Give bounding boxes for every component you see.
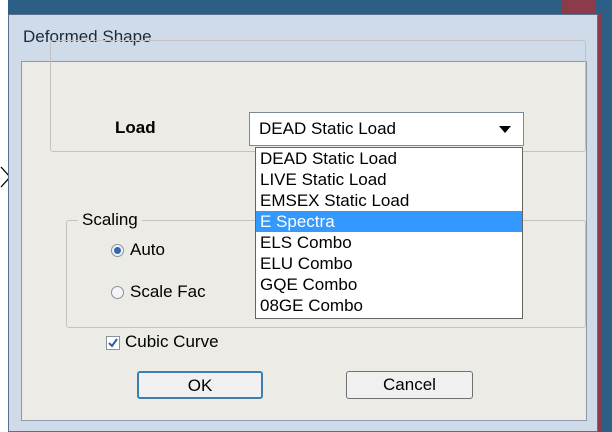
background-window [8, 0, 612, 14]
background-window-accent-edge [598, 14, 602, 432]
desktop-background [0, 0, 8, 432]
dropdown-option[interactable]: ELS Combo [256, 232, 522, 253]
checkmark-icon [108, 338, 118, 348]
load-combobox[interactable]: DEAD Static Load [249, 112, 524, 146]
chevron-down-icon[interactable] [499, 126, 511, 133]
scaling-label: Scaling [78, 210, 142, 230]
dropdown-option-highlighted[interactable]: E Spectra [256, 211, 522, 232]
load-label: Load [115, 118, 156, 137]
cubic-curve-label[interactable]: Cubic Curve [125, 332, 219, 352]
radio-selected-dot [114, 247, 121, 254]
dropdown-option[interactable]: DEAD Static Load [256, 148, 522, 169]
cubic-curve-checkbox[interactable] [106, 336, 120, 350]
dropdown-option[interactable]: LIVE Static Load [256, 169, 522, 190]
scale-factor-radio-label[interactable]: Scale Fac [130, 282, 206, 302]
auto-radio[interactable] [111, 244, 124, 257]
load-dropdown-list: DEAD Static Load LIVE Static Load EMSEX … [255, 147, 523, 319]
cancel-button[interactable]: Cancel [346, 371, 473, 399]
dropdown-option[interactable]: GQE Combo [256, 274, 522, 295]
load-combobox-value: DEAD Static Load [259, 119, 397, 138]
scale-factor-radio[interactable] [111, 286, 124, 299]
auto-radio-label[interactable]: Auto [130, 240, 165, 260]
dropdown-option[interactable]: EMSEX Static Load [256, 190, 522, 211]
dropdown-option[interactable]: ELU Combo [256, 253, 522, 274]
dropdown-option[interactable]: 08GE Combo [256, 295, 522, 316]
ok-button[interactable]: OK [137, 371, 263, 399]
